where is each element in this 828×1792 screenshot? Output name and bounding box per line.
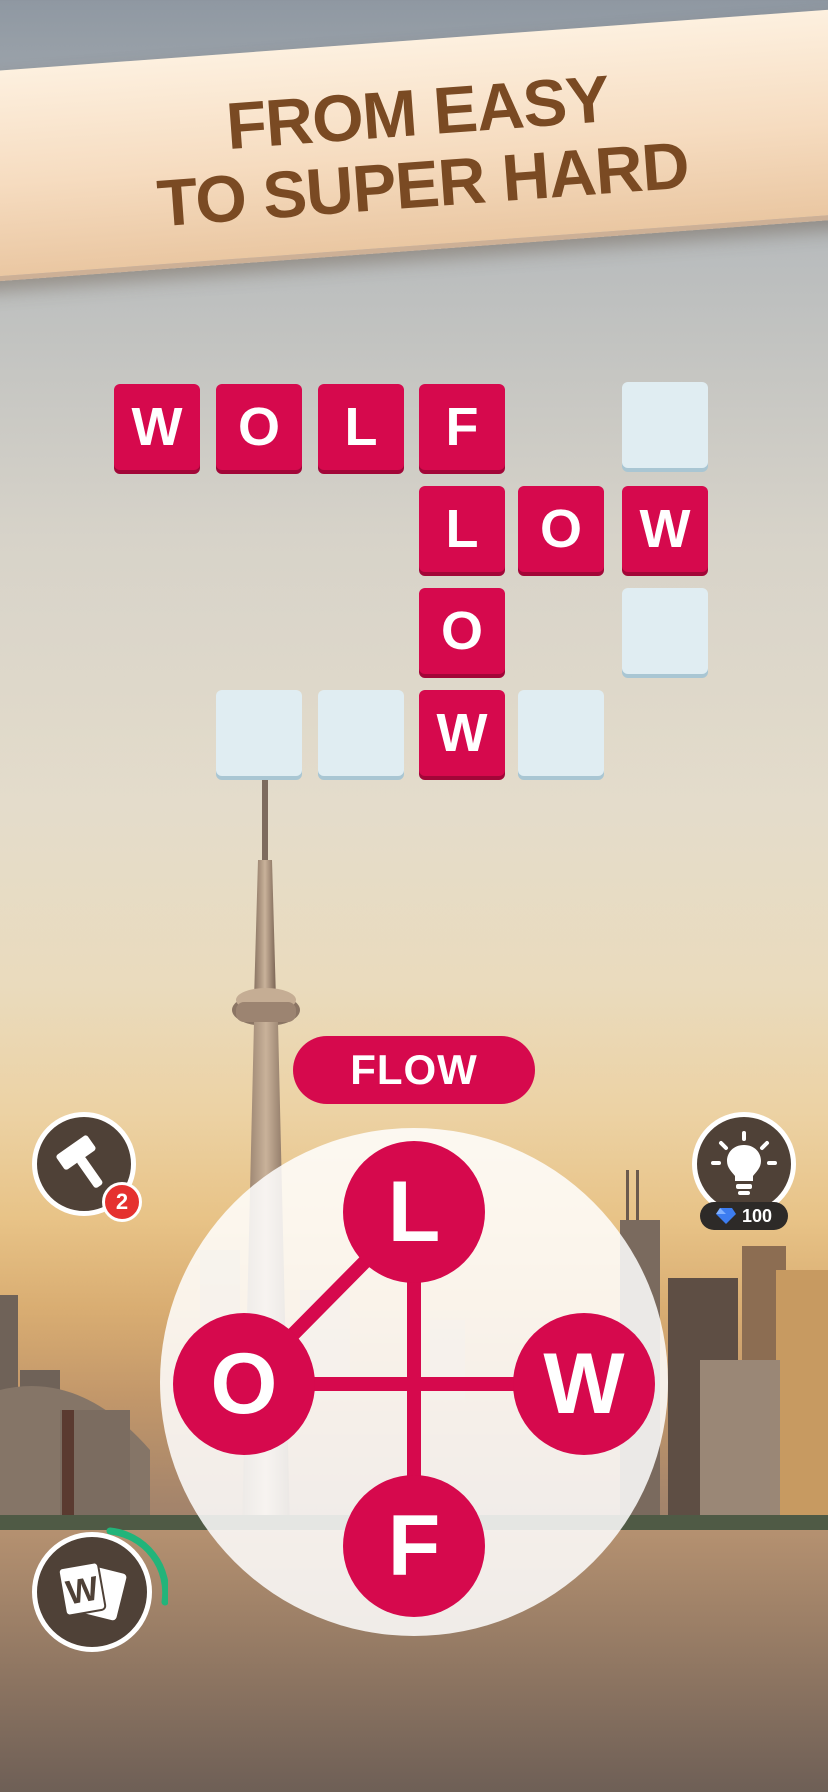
board-tile: O	[419, 588, 505, 674]
word-cards-icon: W	[57, 1561, 127, 1621]
hint-cost: 100	[700, 1202, 788, 1230]
hammer-icon	[56, 1135, 103, 1188]
board-tile: O	[216, 384, 302, 470]
board-tile: F	[419, 384, 505, 470]
board-tile	[216, 690, 302, 776]
gem-icon	[715, 1208, 736, 1224]
letter-wheel[interactable]: L O W F	[160, 1128, 668, 1636]
wheel-letter-f[interactable]: F	[343, 1475, 485, 1617]
board-tile: W	[419, 690, 505, 776]
wheel-letter-l[interactable]: L	[343, 1141, 485, 1283]
hammer-count-badge: 2	[102, 1182, 142, 1222]
lightbulb-icon	[711, 1131, 777, 1195]
board-tile	[622, 588, 708, 674]
board-tile: L	[318, 384, 404, 470]
board-tile	[518, 690, 604, 776]
board-tile: W	[114, 384, 200, 470]
wheel-letter-o[interactable]: O	[173, 1313, 315, 1455]
current-word-display: FLOW	[293, 1036, 535, 1104]
board-tile: W	[622, 486, 708, 572]
board-tile	[622, 382, 708, 468]
wheel-letter-w[interactable]: W	[513, 1313, 655, 1455]
word-cards-button[interactable]: W	[28, 1520, 168, 1660]
board-tile: O	[518, 486, 604, 572]
board-tile: L	[419, 486, 505, 572]
hint-cost-value: 100	[741, 1205, 773, 1226]
word-cards-circle: W	[32, 1532, 152, 1652]
hint-button[interactable]	[692, 1112, 796, 1216]
board-tile	[318, 690, 404, 776]
